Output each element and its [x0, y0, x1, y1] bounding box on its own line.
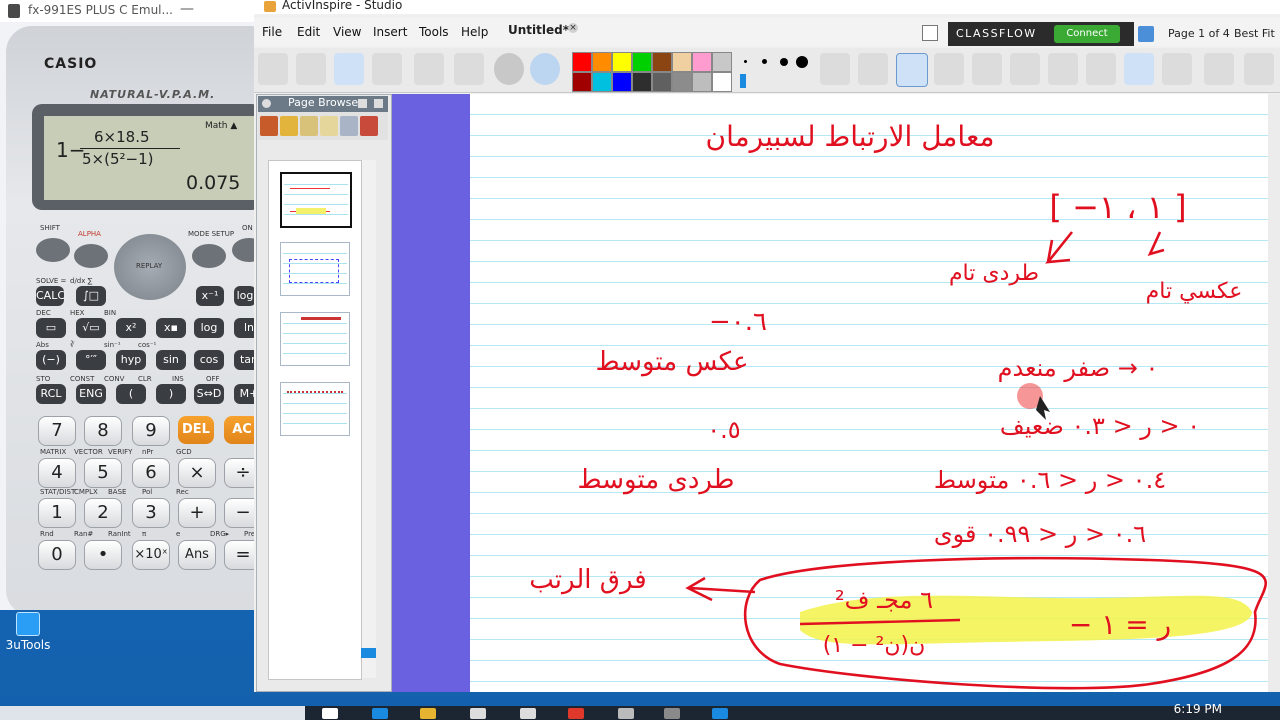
ink-05: ٠.٥	[707, 416, 740, 444]
ink-direct-full: طردی تام	[949, 261, 1039, 286]
task-view-icon[interactable]	[322, 708, 338, 719]
arrow-direct	[1045, 231, 1074, 264]
ink-inverse-medium: عكس متوسط	[596, 347, 749, 377]
ink-inverse-full: عكسي تام	[1146, 279, 1243, 304]
taskbar-search-area[interactable]	[0, 706, 305, 720]
ink-formula-denominator: ن(ن² − ١)	[823, 633, 926, 658]
ink-range: [ −١ ، ١ ]	[1049, 188, 1186, 226]
arrow-to-rank-diff	[685, 576, 756, 602]
ink-heading: معامل الارتباط لسبيرمان	[706, 120, 995, 153]
activinspire-task-icon[interactable]	[664, 708, 680, 719]
ink-weak-row: ٠ < ر < ٠.٣ ضعيف	[1000, 412, 1200, 440]
ink-layer: معامل الارتباط لسبيرمان [ −١ ، ١ ] طردی …	[529, 120, 1267, 690]
calculator-task-icon[interactable]	[618, 708, 634, 719]
arrow-inverse	[1147, 231, 1165, 257]
ink-minus-06: −٠.٦	[709, 307, 767, 337]
taskbar: 6:19 PM	[0, 702, 1280, 720]
store-icon[interactable]	[470, 708, 486, 719]
chrome-icon[interactable]	[568, 708, 584, 719]
ink-zero-row: ٠ → صفر منعدم	[998, 354, 1159, 382]
app-icon[interactable]	[520, 708, 536, 719]
ink-strong-row: ٠.٦ < ر < ٠.٩٩ قوى	[934, 520, 1146, 548]
edge-icon[interactable]	[372, 708, 388, 719]
ink-formula-right: ر = ١ −	[1069, 608, 1171, 641]
3utools-task-icon[interactable]	[712, 708, 728, 719]
file-explorer-icon[interactable]	[420, 708, 436, 719]
ink-medium-row: ٠.٤ < ر < ٠.٦ متوسط	[934, 466, 1166, 494]
ink-rank-diff-label: فرق الرتب	[529, 565, 646, 595]
ink-direct-medium: طردى متوسط	[578, 465, 735, 495]
ink-formula-numerator: ٦ مجـ ف²	[835, 586, 933, 614]
taskbar-clock: 6:19 PM	[1173, 702, 1222, 716]
